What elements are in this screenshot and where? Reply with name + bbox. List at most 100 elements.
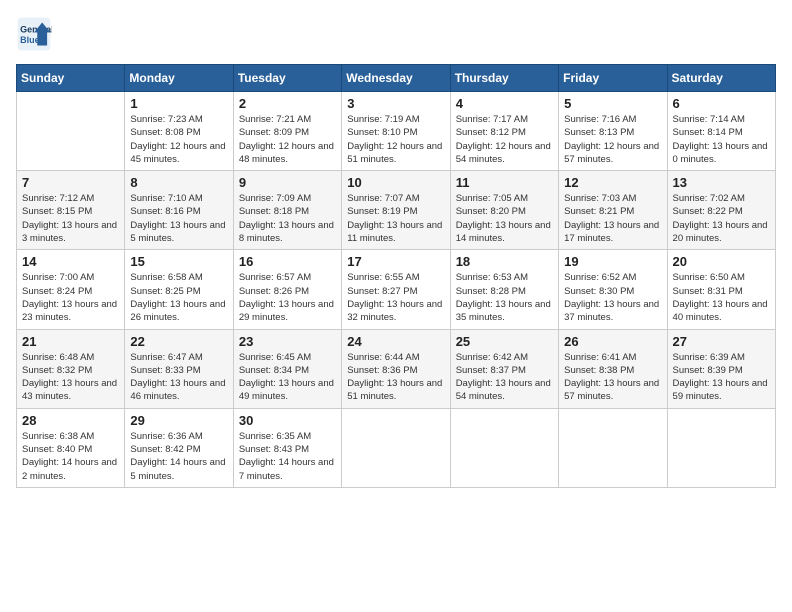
day-number: 22 [130, 334, 227, 349]
calendar-cell: 6 Sunrise: 7:14 AMSunset: 8:14 PMDaylight… [667, 92, 775, 171]
day-number: 27 [673, 334, 770, 349]
day-number: 24 [347, 334, 444, 349]
day-number: 15 [130, 254, 227, 269]
calendar-cell: 9 Sunrise: 7:09 AMSunset: 8:18 PMDaylight… [233, 171, 341, 250]
day-number: 21 [22, 334, 119, 349]
calendar-cell: 21 Sunrise: 6:48 AMSunset: 8:32 PMDayligh… [17, 329, 125, 408]
day-number: 29 [130, 413, 227, 428]
day-number: 23 [239, 334, 336, 349]
weekday-header-row: SundayMondayTuesdayWednesdayThursdayFrid… [17, 65, 776, 92]
calendar-cell: 30 Sunrise: 6:35 AMSunset: 8:43 PMDayligh… [233, 408, 341, 487]
weekday-header-tuesday: Tuesday [233, 65, 341, 92]
day-number: 14 [22, 254, 119, 269]
calendar-cell: 16 Sunrise: 6:57 AMSunset: 8:26 PMDayligh… [233, 250, 341, 329]
calendar-cell: 3 Sunrise: 7:19 AMSunset: 8:10 PMDaylight… [342, 92, 450, 171]
day-info: Sunrise: 7:19 AMSunset: 8:10 PMDaylight:… [347, 113, 444, 166]
weekday-header-saturday: Saturday [667, 65, 775, 92]
calendar-cell: 19 Sunrise: 6:52 AMSunset: 8:30 PMDayligh… [559, 250, 667, 329]
day-number: 1 [130, 96, 227, 111]
weekday-header-thursday: Thursday [450, 65, 558, 92]
day-info: Sunrise: 6:45 AMSunset: 8:34 PMDaylight:… [239, 351, 336, 404]
calendar-week-2: 7 Sunrise: 7:12 AMSunset: 8:15 PMDaylight… [17, 171, 776, 250]
day-number: 3 [347, 96, 444, 111]
calendar-cell: 27 Sunrise: 6:39 AMSunset: 8:39 PMDayligh… [667, 329, 775, 408]
day-number: 18 [456, 254, 553, 269]
day-number: 25 [456, 334, 553, 349]
day-number: 12 [564, 175, 661, 190]
weekday-header-sunday: Sunday [17, 65, 125, 92]
day-info: Sunrise: 7:14 AMSunset: 8:14 PMDaylight:… [673, 113, 770, 166]
day-info: Sunrise: 6:39 AMSunset: 8:39 PMDaylight:… [673, 351, 770, 404]
day-info: Sunrise: 6:50 AMSunset: 8:31 PMDaylight:… [673, 271, 770, 324]
calendar-cell: 17 Sunrise: 6:55 AMSunset: 8:27 PMDayligh… [342, 250, 450, 329]
calendar-week-1: 1 Sunrise: 7:23 AMSunset: 8:08 PMDaylight… [17, 92, 776, 171]
day-info: Sunrise: 7:16 AMSunset: 8:13 PMDaylight:… [564, 113, 661, 166]
day-info: Sunrise: 6:35 AMSunset: 8:43 PMDaylight:… [239, 430, 336, 483]
day-info: Sunrise: 7:05 AMSunset: 8:20 PMDaylight:… [456, 192, 553, 245]
calendar-cell [342, 408, 450, 487]
day-number: 20 [673, 254, 770, 269]
calendar-cell: 23 Sunrise: 6:45 AMSunset: 8:34 PMDayligh… [233, 329, 341, 408]
logo: General Blue [16, 16, 56, 52]
calendar-cell: 5Sunrise: 7:16 AMSunset: 8:13 PMDaylight… [559, 92, 667, 171]
day-info: Sunrise: 6:36 AMSunset: 8:42 PMDaylight:… [130, 430, 227, 483]
calendar-cell: 25 Sunrise: 6:42 AMSunset: 8:37 PMDayligh… [450, 329, 558, 408]
calendar-cell: 4Sunrise: 7:17 AMSunset: 8:12 PMDaylight… [450, 92, 558, 171]
logo-icon: General Blue [16, 16, 52, 52]
day-number: 2 [239, 96, 336, 111]
svg-text:Blue: Blue [20, 35, 40, 45]
calendar-cell: 1 Sunrise: 7:23 AMSunset: 8:08 PMDaylight… [125, 92, 233, 171]
weekday-header-monday: Monday [125, 65, 233, 92]
calendar-cell: 18 Sunrise: 6:53 AMSunset: 8:28 PMDayligh… [450, 250, 558, 329]
calendar-cell: 12 Sunrise: 7:03 AMSunset: 8:21 PMDayligh… [559, 171, 667, 250]
calendar-cell [559, 408, 667, 487]
calendar-cell: 8Sunrise: 7:10 AMSunset: 8:16 PMDaylight… [125, 171, 233, 250]
day-info: Sunrise: 7:00 AMSunset: 8:24 PMDaylight:… [22, 271, 119, 324]
calendar-cell: 26Sunrise: 6:41 AMSunset: 8:38 PMDayligh… [559, 329, 667, 408]
calendar-cell [667, 408, 775, 487]
calendar-cell: 2Sunrise: 7:21 AMSunset: 8:09 PMDaylight… [233, 92, 341, 171]
day-number: 10 [347, 175, 444, 190]
day-number: 19 [564, 254, 661, 269]
calendar-cell: 20 Sunrise: 6:50 AMSunset: 8:31 PMDayligh… [667, 250, 775, 329]
day-info: Sunrise: 7:12 AMSunset: 8:15 PMDaylight:… [22, 192, 119, 245]
day-number: 30 [239, 413, 336, 428]
day-number: 16 [239, 254, 336, 269]
day-number: 9 [239, 175, 336, 190]
weekday-header-wednesday: Wednesday [342, 65, 450, 92]
day-info: Sunrise: 6:38 AMSunset: 8:40 PMDaylight:… [22, 430, 119, 483]
calendar-cell [17, 92, 125, 171]
calendar-cell: 10 Sunrise: 7:07 AMSunset: 8:19 PMDayligh… [342, 171, 450, 250]
day-info: Sunrise: 6:55 AMSunset: 8:27 PMDaylight:… [347, 271, 444, 324]
calendar-cell: 22 Sunrise: 6:47 AMSunset: 8:33 PMDayligh… [125, 329, 233, 408]
day-info: Sunrise: 7:17 AMSunset: 8:12 PMDaylight:… [456, 113, 553, 166]
day-info: Sunrise: 6:47 AMSunset: 8:33 PMDaylight:… [130, 351, 227, 404]
page-header: General Blue [16, 16, 776, 52]
day-number: 26 [564, 334, 661, 349]
day-info: Sunrise: 6:42 AMSunset: 8:37 PMDaylight:… [456, 351, 553, 404]
weekday-header-friday: Friday [559, 65, 667, 92]
day-number: 17 [347, 254, 444, 269]
calendar-cell: 13Sunrise: 7:02 AMSunset: 8:22 PMDayligh… [667, 171, 775, 250]
day-info: Sunrise: 7:09 AMSunset: 8:18 PMDaylight:… [239, 192, 336, 245]
day-number: 7 [22, 175, 119, 190]
day-info: Sunrise: 6:57 AMSunset: 8:26 PMDaylight:… [239, 271, 336, 324]
day-info: Sunrise: 6:53 AMSunset: 8:28 PMDaylight:… [456, 271, 553, 324]
day-number: 28 [22, 413, 119, 428]
calendar-cell: 14 Sunrise: 7:00 AMSunset: 8:24 PMDayligh… [17, 250, 125, 329]
day-number: 8 [130, 175, 227, 190]
day-number: 6 [673, 96, 770, 111]
calendar-week-3: 14 Sunrise: 7:00 AMSunset: 8:24 PMDayligh… [17, 250, 776, 329]
day-number: 13 [673, 175, 770, 190]
day-info: Sunrise: 7:07 AMSunset: 8:19 PMDaylight:… [347, 192, 444, 245]
calendar-cell [450, 408, 558, 487]
calendar-cell: 29 Sunrise: 6:36 AMSunset: 8:42 PMDayligh… [125, 408, 233, 487]
day-info: Sunrise: 7:23 AMSunset: 8:08 PMDaylight:… [130, 113, 227, 166]
day-info: Sunrise: 6:58 AMSunset: 8:25 PMDaylight:… [130, 271, 227, 324]
day-info: Sunrise: 6:48 AMSunset: 8:32 PMDaylight:… [22, 351, 119, 404]
day-info: Sunrise: 7:03 AMSunset: 8:21 PMDaylight:… [564, 192, 661, 245]
day-info: Sunrise: 6:52 AMSunset: 8:30 PMDaylight:… [564, 271, 661, 324]
calendar-week-5: 28 Sunrise: 6:38 AMSunset: 8:40 PMDayligh… [17, 408, 776, 487]
calendar-cell: 28 Sunrise: 6:38 AMSunset: 8:40 PMDayligh… [17, 408, 125, 487]
calendar-cell: 15 Sunrise: 6:58 AMSunset: 8:25 PMDayligh… [125, 250, 233, 329]
